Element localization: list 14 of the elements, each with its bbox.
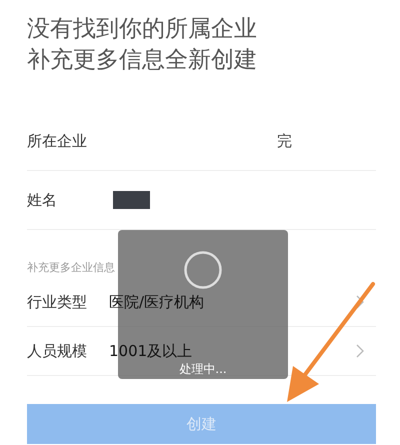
option-label: 人员规模: [27, 342, 88, 360]
option-label: 行业类型: [27, 292, 88, 312]
chevron-icon[interactable]: [356, 344, 364, 358]
field-label: 姓名: [27, 190, 58, 210]
heading-text: 补充更多信息全新创建: [27, 46, 258, 75]
heading-text: 没有找到你的所属企业: [27, 15, 258, 44]
loading-message: 处理中...: [179, 361, 227, 378]
chevron-icon[interactable]: [356, 295, 364, 309]
section-label: 补充更多企业信息: [27, 260, 115, 276]
spinner-icon: [183, 250, 223, 290]
option-value[interactable]: 医院/医疗机构: [109, 292, 356, 312]
company-field[interactable]: 完: [109, 132, 376, 150]
field-label: 所在企业: [27, 132, 88, 150]
redaction-mark: [113, 191, 150, 209]
